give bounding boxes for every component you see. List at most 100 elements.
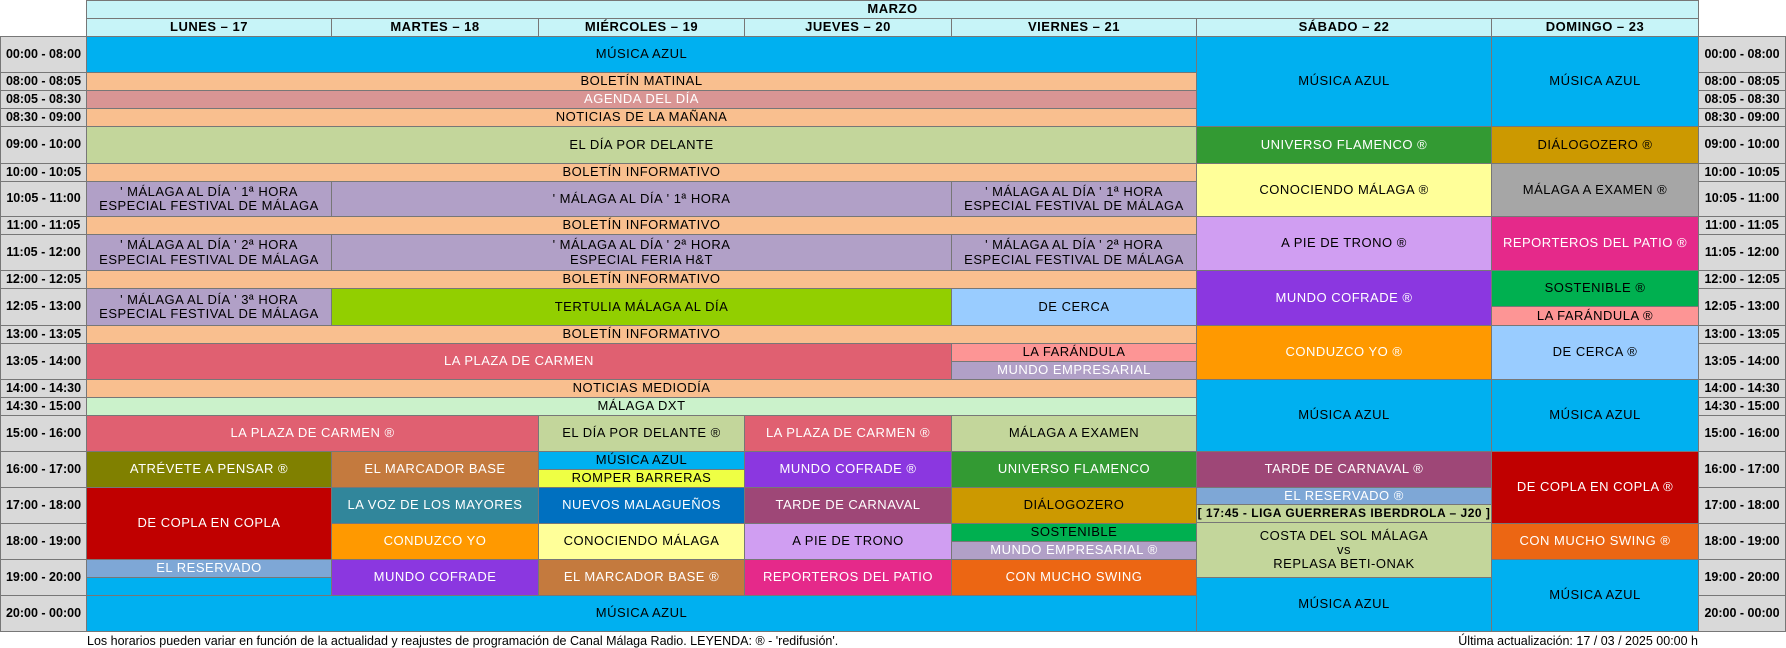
time-label-right: 19:00 - 20:00 [1698,559,1786,596]
program-block[interactable]: MÚSICA AZUL [1491,36,1699,127]
time-label-left: 00:00 - 08:00 [0,36,87,73]
program-block[interactable]: EL RESERVADO ® [1196,487,1492,505]
time-label-right: 14:00 - 14:30 [1698,379,1786,398]
time-label-right: 08:00 - 08:05 [1698,72,1786,91]
month-header: MARZO [86,0,1699,19]
program-block[interactable]: ' MÁLAGA AL DÍA ' 1ª HORA ESPECIAL FESTI… [951,181,1197,217]
day-header-wednesday: MIÉRCOLES – 19 [538,18,745,37]
time-label-left: 08:00 - 08:05 [0,72,87,91]
program-block[interactable]: CON MUCHO SWING [951,559,1197,596]
program-block[interactable]: TERTULIA MÁLAGA AL DÍA [331,288,952,326]
program-block[interactable]: ' MÁLAGA AL DÍA ' 2ª HORA ESPECIAL FERIA… [331,234,952,271]
program-block[interactable]: EL RESERVADO [86,559,332,578]
program-block[interactable]: MUNDO EMPRESARIAL ® [951,541,1197,560]
time-label-right: 20:00 - 00:00 [1698,595,1786,632]
program-block[interactable]: MÚSICA AZUL [538,451,745,470]
time-label-left: 10:05 - 11:00 [0,181,87,217]
time-label-right: 00:00 - 08:00 [1698,36,1786,73]
program-block[interactable]: AGENDA DEL DÍA [86,90,1197,109]
time-label-left: 11:05 - 12:00 [0,234,87,271]
program-block[interactable]: MÚSICA AZUL [1196,379,1492,452]
program-block[interactable]: ' MÁLAGA AL DÍA ' 3ª HORA ESPECIAL FESTI… [86,288,332,326]
time-label-left: 08:30 - 09:00 [0,108,87,127]
program-block[interactable]: UNIVERSO FLAMENCO ® [1196,126,1492,164]
program-block[interactable]: MÚSICA AZUL [1491,379,1699,452]
program-block[interactable]: EL MARCADOR BASE ® [538,559,745,596]
program-block[interactable]: MÁLAGA A EXAMEN [951,415,1197,452]
program-block[interactable]: ROMPER BARRERAS [538,469,745,488]
program-block[interactable]: CONDUZCO YO ® [1196,325,1492,380]
program-block[interactable]: LA PLAZA DE CARMEN ® [86,415,539,452]
time-label-left: 16:00 - 17:00 [0,451,87,488]
program-block[interactable]: BOLETÍN MATINAL [86,72,1197,91]
program-block[interactable]: MÚSICA AZUL [86,595,1197,632]
program-block[interactable]: EL DÍA POR DELANTE [86,126,1197,164]
time-label-left: 13:00 - 13:05 [0,325,87,344]
day-header-thursday: JUEVES – 20 [744,18,952,37]
program-block[interactable]: MÚSICA AZUL [1196,36,1492,127]
program-block[interactable]: REPORTEROS DEL PATIO [744,559,952,596]
program-block[interactable]: LA FARÁNDULA ® [1491,306,1699,326]
time-label-left: 12:00 - 12:05 [0,270,87,289]
day-header-saturday: SÁBADO – 22 [1196,18,1492,37]
program-block[interactable]: NOTICIAS MEDIODÍA [86,379,1197,398]
program-block[interactable]: MÚSICA AZUL [86,36,1197,73]
program-block[interactable]: LA VOZ DE LOS MAYORES [331,487,539,524]
program-block[interactable]: ' MÁLAGA AL DÍA ' 1ª HORA [331,181,952,217]
time-label-left: 11:00 - 11:05 [0,216,87,235]
program-block[interactable]: SOSTENIBLE ® [1491,270,1699,307]
program-block[interactable]: ATRÉVETE A PENSAR ® [86,451,332,488]
program-block[interactable]: CON MUCHO SWING ® [1491,523,1699,560]
time-label-left: 12:05 - 13:00 [0,288,87,326]
program-block[interactable]: MÚSICA AZUL [1196,577,1492,632]
program-block[interactable]: LA PLAZA DE CARMEN [86,343,952,380]
program-block[interactable]: UNIVERSO FLAMENCO [951,451,1197,488]
program-block[interactable]: EL MARCADOR BASE [331,451,539,488]
program-block[interactable]: NUEVOS MALAGUEÑOS [538,487,745,524]
match-label[interactable]: [ 17:45 - LIGA GUERRERAS IBERDROLA – J20… [1196,504,1492,523]
time-label-right: 12:05 - 13:00 [1698,288,1786,326]
program-block[interactable]: BOLETÍN INFORMATIVO [86,216,1197,235]
program-block[interactable]: ' MÁLAGA AL DÍA ' 2ª HORA ESPECIAL FESTI… [951,234,1197,271]
program-block[interactable]: REPORTEROS DEL PATIO ® [1491,216,1699,271]
program-block[interactable]: ' MÁLAGA AL DÍA ' 1ª HORA ESPECIAL FESTI… [86,181,332,217]
program-block[interactable]: MUNDO COFRADE [331,559,539,596]
program-block[interactable]: MUNDO EMPRESARIAL [951,361,1197,380]
program-block[interactable]: CONOCIENDO MÁLAGA ® [1196,163,1492,217]
program-block[interactable]: MÁLAGA A EXAMEN ® [1491,163,1699,217]
program-block[interactable]: A PIE DE TRONO [744,523,952,560]
program-block[interactable]: ' MÁLAGA AL DÍA ' 2ª HORA ESPECIAL FESTI… [86,234,332,271]
program-block[interactable]: COSTA DEL SOL MÁLAGA vs REPLASA BETI-ONA… [1196,522,1492,578]
program-block[interactable]: LA PLAZA DE CARMEN ® [744,415,952,452]
program-block[interactable]: MUNDO COFRADE ® [1196,270,1492,326]
program-block[interactable]: LA FARÁNDULA [951,343,1197,362]
program-block[interactable]: DE COPLA EN COPLA [86,487,332,560]
time-label-right: 11:05 - 12:00 [1698,234,1786,271]
time-label-left: 15:00 - 16:00 [0,415,87,452]
program-block[interactable]: CONDUZCO YO [331,523,539,560]
program-block[interactable]: TARDE DE CARNAVAL ® [1196,451,1492,488]
program-block[interactable]: MUNDO COFRADE ® [744,451,952,488]
program-block[interactable]: MÚSICA AZUL [1491,559,1699,632]
program-block[interactable]: BOLETÍN INFORMATIVO [86,270,1197,289]
program-block[interactable]: EL DÍA POR DELANTE ® [538,415,745,452]
program-block[interactable]: MÁLAGA DXT [86,397,1197,416]
program-block[interactable]: DIÁLOGOZERO ® [1491,126,1699,164]
program-block[interactable]: TARDE DE CARNAVAL [744,487,952,524]
last-updated: Última actualización: 17 / 03 / 2025 00:… [1458,634,1698,648]
program-block[interactable]: BOLETÍN INFORMATIVO [86,325,1197,344]
program-block[interactable]: DE CERCA ® [1491,325,1699,380]
program-block[interactable]: DE COPLA EN COPLA ® [1491,451,1699,524]
program-block[interactable]: SOSTENIBLE [951,523,1197,542]
time-label-left: 09:00 - 10:00 [0,126,87,164]
program-block[interactable] [86,577,332,596]
program-block[interactable]: DE CERCA [951,288,1197,326]
program-block[interactable]: A PIE DE TRONO ® [1196,216,1492,271]
program-block[interactable]: DIÁLOGOZERO [951,487,1197,524]
program-block[interactable]: NOTICIAS DE LA MAÑANA [86,108,1197,127]
time-label-left: 17:00 - 18:00 [0,487,87,524]
time-label-right: 12:00 - 12:05 [1698,270,1786,289]
program-block[interactable]: CONOCIENDO MÁLAGA [538,523,745,560]
program-block[interactable]: BOLETÍN INFORMATIVO [86,163,1197,182]
time-label-right: 16:00 - 17:00 [1698,451,1786,488]
